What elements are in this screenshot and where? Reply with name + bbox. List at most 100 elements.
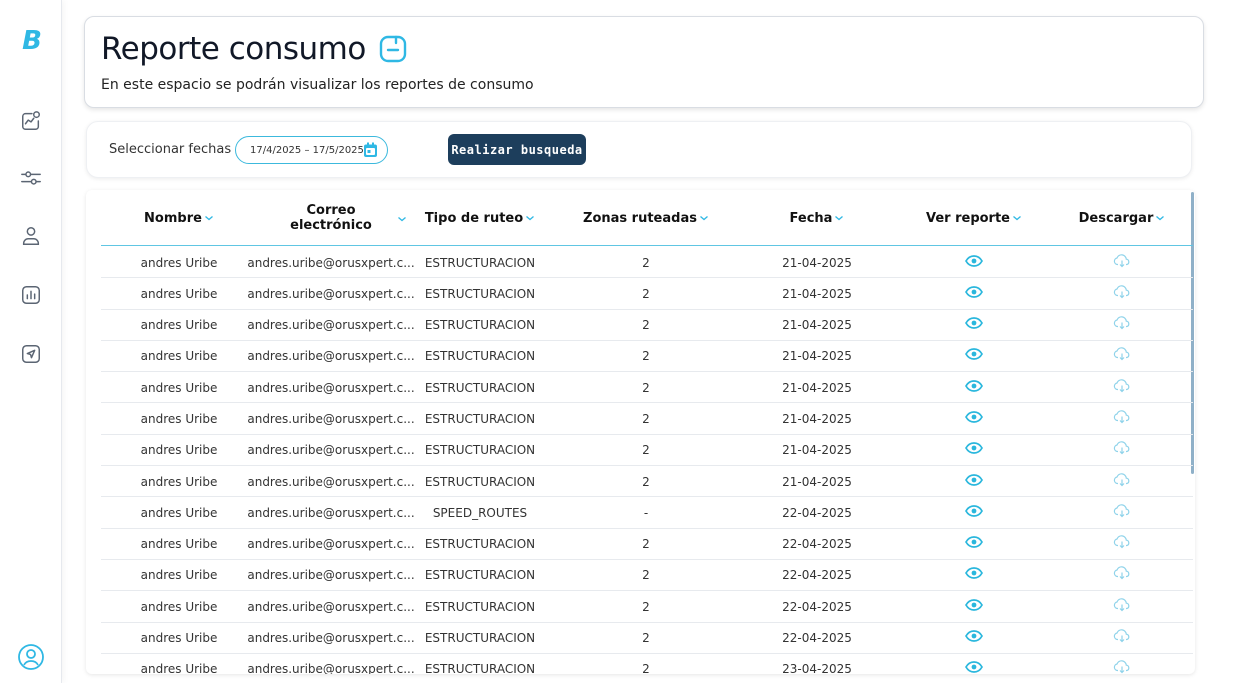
eye-icon bbox=[965, 254, 983, 267]
view-report-button[interactable] bbox=[897, 276, 1051, 307]
title-row: Reporte consumo bbox=[101, 31, 408, 67]
eye-icon bbox=[965, 536, 983, 549]
user-icon bbox=[22, 227, 40, 245]
cell-correo: andres.uribe@orusxpert.c... bbox=[247, 599, 415, 614]
view-report-button[interactable] bbox=[897, 308, 1051, 339]
download-button[interactable] bbox=[1051, 495, 1193, 526]
view-report-button[interactable] bbox=[897, 527, 1051, 558]
cell-zonas: 2 bbox=[642, 599, 650, 614]
column-header-zonas[interactable]: Zonas ruteadas bbox=[555, 190, 737, 246]
eye-icon bbox=[965, 630, 983, 642]
user-circle-icon[interactable] bbox=[17, 643, 45, 671]
column-header-tipo[interactable]: Tipo de ruteo bbox=[405, 190, 555, 246]
app-root: B Reporte consumo En este espacio se pod… bbox=[0, 0, 1234, 683]
column-header-label: electrónico bbox=[290, 218, 372, 233]
view-report-button[interactable] bbox=[897, 370, 1051, 401]
column-header-descargar[interactable]: Descargar bbox=[1051, 190, 1193, 246]
download-button[interactable] bbox=[1051, 339, 1193, 370]
sidebar-item-send[interactable] bbox=[18, 341, 44, 367]
download-button[interactable] bbox=[1051, 401, 1193, 432]
cell-zonas: 2 bbox=[642, 255, 650, 270]
sidebar-item-settings[interactable] bbox=[18, 165, 44, 191]
report-icon bbox=[379, 35, 407, 63]
cell-correo: andres.uribe@orusxpert.c... bbox=[247, 662, 415, 674]
cell-zonas: 2 bbox=[642, 411, 650, 426]
view-report-button[interactable] bbox=[897, 245, 1051, 276]
calendar-icon[interactable] bbox=[363, 142, 378, 158]
column-header-ver-reporte[interactable]: Ver reporte bbox=[897, 190, 1051, 246]
cell-tipo: SPEED_ROUTES bbox=[432, 505, 528, 520]
cell-nombre: andres Uribe bbox=[140, 505, 218, 520]
sidebar-item-users[interactable] bbox=[18, 223, 44, 249]
cell-correo: andres.uribe@orusxpert.c... bbox=[247, 349, 415, 364]
sidebar-item-reports[interactable] bbox=[18, 282, 44, 308]
cell-tipo: ESTRUCTURACION bbox=[424, 255, 536, 270]
search-button[interactable]: Realizar busqueda bbox=[448, 134, 586, 165]
date-range-value: 17/4/2025 – 17/5/2025 bbox=[250, 144, 364, 156]
column-header-nombre[interactable]: Nombre bbox=[101, 190, 257, 246]
cell-tipo: ESTRUCTURACION bbox=[424, 411, 536, 426]
eye-icon bbox=[965, 442, 983, 455]
reports-table: Nombre Correo electrónico Tipo de ruteo … bbox=[86, 190, 1195, 674]
view-report-button[interactable] bbox=[897, 339, 1051, 370]
column-header-correo[interactable]: Correo electrónico bbox=[257, 190, 406, 246]
cell-tipo: ESTRUCTURACION bbox=[424, 318, 536, 333]
download-button[interactable] bbox=[1051, 276, 1193, 307]
table-row: andres Uribe andres.uribe@orusxpert.c... E… bbox=[101, 245, 1193, 279]
view-report-button[interactable] bbox=[897, 464, 1051, 495]
cloud-download-icon bbox=[1113, 410, 1130, 424]
cell-fecha: 22-04-2025 bbox=[782, 537, 852, 552]
download-button[interactable] bbox=[1051, 370, 1193, 401]
table-header: Nombre Correo electrónico Tipo de ruteo … bbox=[101, 190, 1193, 246]
cell-fecha: 22-04-2025 bbox=[782, 631, 852, 646]
cell-tipo: ESTRUCTURACION bbox=[424, 349, 536, 364]
cell-fecha: 21-04-2025 bbox=[782, 411, 852, 426]
cell-nombre: andres Uribe bbox=[140, 411, 218, 426]
chevron-down-icon bbox=[526, 216, 535, 221]
column-header-label: Descargar bbox=[1078, 210, 1154, 226]
cell-correo: andres.uribe@orusxpert.c... bbox=[247, 318, 415, 333]
eye-icon bbox=[965, 379, 983, 392]
cell-correo: andres.uribe@orusxpert.c... bbox=[247, 380, 415, 395]
cloud-download-icon bbox=[1113, 629, 1130, 643]
eye-icon bbox=[965, 505, 983, 517]
cell-correo: andres.uribe@orusxpert.c... bbox=[247, 631, 415, 646]
download-button[interactable] bbox=[1051, 621, 1193, 652]
download-button[interactable] bbox=[1051, 245, 1193, 276]
download-button[interactable] bbox=[1051, 308, 1193, 339]
view-report-button[interactable] bbox=[897, 495, 1051, 526]
view-report-button[interactable] bbox=[897, 589, 1051, 620]
cell-tipo: ESTRUCTURACION bbox=[424, 631, 536, 646]
download-button[interactable] bbox=[1051, 558, 1193, 589]
view-report-button[interactable] bbox=[897, 558, 1051, 589]
sidebar: B bbox=[0, 0, 62, 683]
view-report-button[interactable] bbox=[897, 401, 1051, 432]
eye-icon bbox=[965, 473, 983, 486]
cell-correo: andres.uribe@orusxpert.c... bbox=[247, 443, 415, 458]
chevron-down-icon bbox=[1013, 216, 1021, 221]
date-range-picker[interactable]: 17/4/2025 – 17/5/2025 bbox=[235, 136, 388, 164]
cell-correo: andres.uribe@orusxpert.c... bbox=[247, 286, 415, 301]
download-button[interactable] bbox=[1051, 652, 1193, 674]
app-logo[interactable]: B bbox=[20, 26, 44, 56]
cell-zonas: 2 bbox=[642, 537, 650, 552]
cell-tipo: ESTRUCTURACION bbox=[424, 537, 536, 552]
cell-nombre: andres Uribe bbox=[140, 380, 218, 395]
cloud-download-icon bbox=[1113, 347, 1130, 361]
cell-fecha: 22-04-2025 bbox=[782, 599, 852, 614]
cell-nombre: andres Uribe bbox=[140, 662, 218, 674]
view-report-button[interactable] bbox=[897, 433, 1051, 464]
page-title: Reporte consumo bbox=[101, 31, 366, 67]
cell-nombre: andres Uribe bbox=[140, 599, 218, 614]
column-header-fecha[interactable]: Fecha bbox=[737, 190, 897, 246]
download-button[interactable] bbox=[1051, 589, 1193, 620]
table-row: andres Uribe andres.uribe@orusxpert.c... E… bbox=[101, 433, 1193, 467]
download-button[interactable] bbox=[1051, 433, 1193, 464]
table-row: andres Uribe andres.uribe@orusxpert.c... E… bbox=[101, 401, 1193, 435]
cell-zonas: 2 bbox=[642, 286, 650, 301]
download-button[interactable] bbox=[1051, 464, 1193, 495]
view-report-button[interactable] bbox=[897, 652, 1051, 674]
download-button[interactable] bbox=[1051, 527, 1193, 558]
view-report-button[interactable] bbox=[897, 621, 1051, 652]
sidebar-item-analytics[interactable] bbox=[18, 108, 44, 134]
